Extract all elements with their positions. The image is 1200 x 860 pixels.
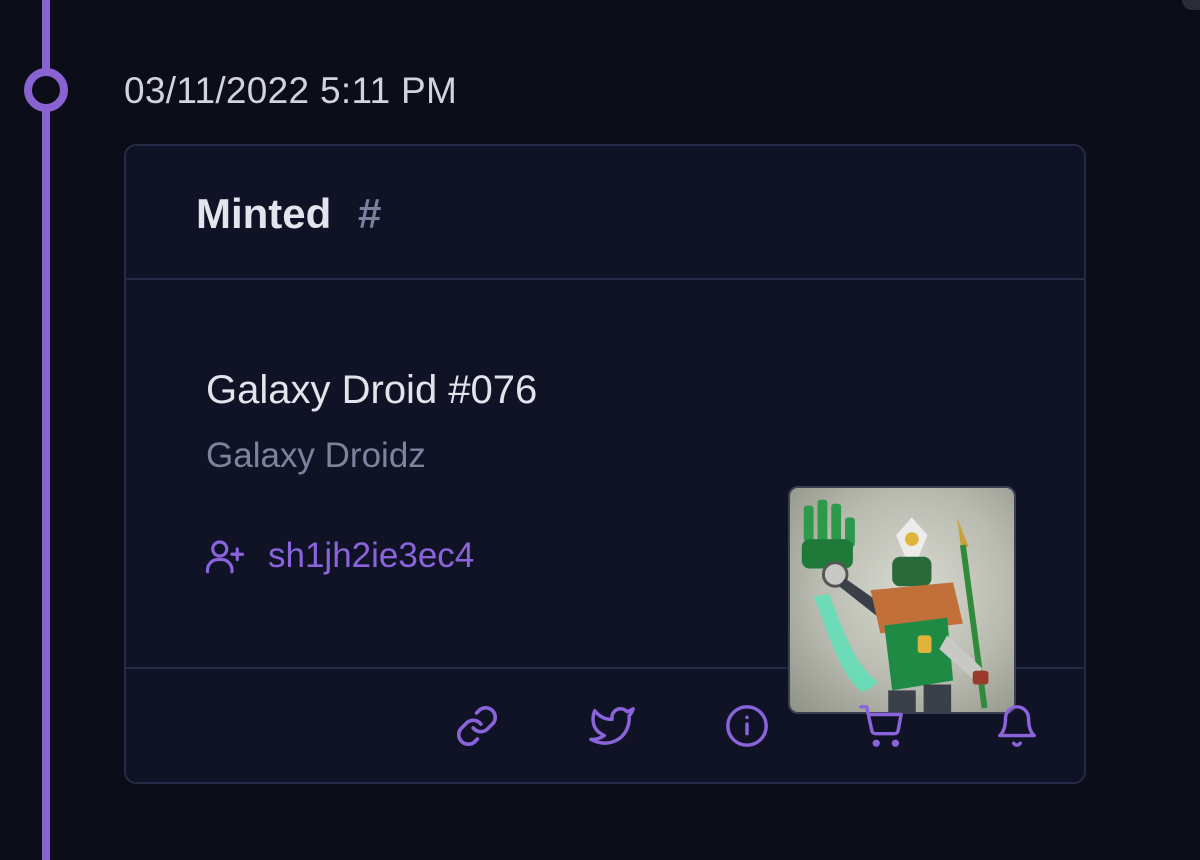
cart-button[interactable] bbox=[857, 701, 907, 751]
twitter-icon bbox=[589, 703, 635, 749]
scroll-edge bbox=[1182, 0, 1200, 10]
user-plus-icon bbox=[204, 535, 246, 577]
minter-link[interactable]: sh1jh2ie3ec4 bbox=[204, 534, 474, 578]
event-timestamp: 03/11/2022 5:11 PM bbox=[124, 70, 458, 111]
info-icon bbox=[724, 703, 770, 749]
anchor-link[interactable]: # bbox=[358, 190, 381, 238]
bell-button[interactable] bbox=[992, 701, 1042, 751]
link-button[interactable] bbox=[452, 701, 502, 751]
minter-address: sh1jh2ie3ec4 bbox=[268, 536, 475, 575]
event-title: Minted bbox=[196, 190, 332, 237]
activity-timeline: 03/11/2022 5:11 PM Minted # Galaxy Droid… bbox=[0, 0, 1200, 860]
mint-event-card: Minted # Galaxy Droid #076 Galaxy Droidz… bbox=[124, 144, 1086, 784]
bell-icon bbox=[994, 703, 1040, 749]
timeline-rail bbox=[42, 0, 50, 860]
info-button[interactable] bbox=[722, 701, 772, 751]
link-icon bbox=[454, 703, 500, 749]
card-header: Minted # bbox=[126, 146, 1084, 280]
twitter-button[interactable] bbox=[587, 701, 637, 751]
collection-name[interactable]: Galaxy Droidz bbox=[206, 436, 426, 476]
card-body: Galaxy Droid #076 Galaxy Droidz sh1jh2ie… bbox=[126, 280, 1084, 714]
card-actions bbox=[126, 669, 1084, 784]
timeline-node bbox=[24, 68, 68, 112]
nft-name[interactable]: Galaxy Droid #076 bbox=[206, 368, 537, 413]
cart-icon bbox=[859, 703, 905, 749]
